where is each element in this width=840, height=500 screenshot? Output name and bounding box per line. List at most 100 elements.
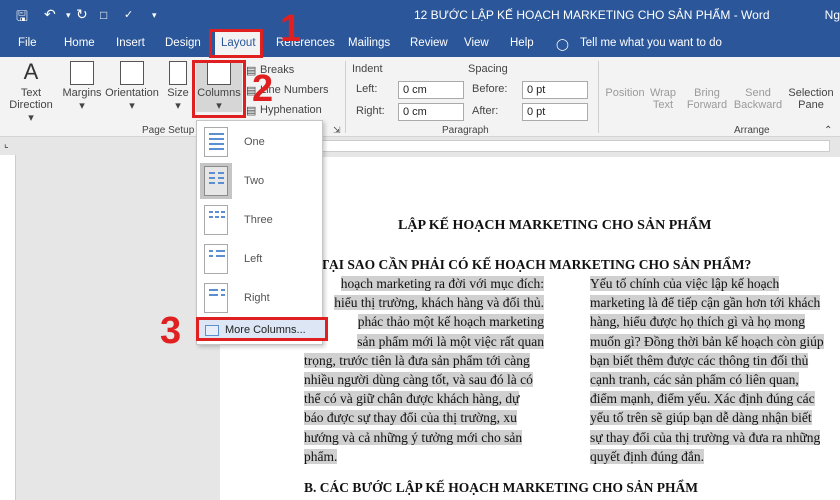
redo-icon[interactable]: ↻	[76, 6, 88, 23]
left-column-icon	[204, 244, 228, 274]
column-1[interactable]: hoạch marketing ra đời với mục đích: hiể…	[304, 274, 544, 466]
tell-me-search[interactable]: Tell me what you want to do	[580, 37, 722, 49]
collapse-ribbon-icon[interactable]: ⌃	[824, 125, 832, 136]
window-title: 12 BƯỚC LẬP KẾ HOẠCH MARKETING CHO SẢN P…	[414, 8, 770, 22]
indent-left-label: Left:	[356, 83, 378, 95]
column-2-line: cạnh tranh, các sản phẩm có liên quan,	[590, 372, 799, 388]
column-2-line: điểm mạnh, điểm yếu. Xác định đúng các	[590, 391, 815, 407]
text-direction-label-2: Direction	[9, 99, 53, 111]
orientation-button[interactable]: Orientation ▾	[104, 61, 160, 112]
position-button[interactable]: Position	[602, 87, 648, 99]
wrap-text-button[interactable]: Wrap Text	[648, 87, 678, 111]
column-1-line: phác thảo một kế hoạch marketing	[357, 314, 544, 330]
column-1-line: sản phẩm mới là một việc rất quan	[357, 333, 544, 349]
bring-forward-button[interactable]: Bring Forward	[682, 87, 732, 111]
position-label: Position	[605, 87, 645, 99]
wrap-text-label-2: Text	[652, 99, 674, 111]
tab-insert[interactable]: Insert	[116, 37, 145, 49]
orientation-label: Orientation	[105, 87, 159, 99]
tab-file[interactable]: File	[18, 37, 37, 49]
one-column-icon	[204, 127, 228, 157]
columns-option-label: Three	[244, 214, 273, 226]
layout-tab-highlight	[209, 29, 263, 58]
orientation-icon	[120, 61, 144, 85]
column-1-line: thể có và giữ chân được khách hàng, dự	[304, 391, 520, 407]
margins-button[interactable]: Margins ▾	[60, 61, 104, 112]
send-backward-label-2: Backward	[733, 99, 783, 111]
title-bar: 🖫 ↶ ▾ ↻ □ ✓ ▾ 12 BƯỚC LẬP KẾ HOẠCH MARKE…	[0, 0, 840, 30]
tab-view[interactable]: View	[464, 37, 489, 49]
size-icon	[169, 61, 187, 85]
columns-dropdown: One Two Three Left Right	[196, 120, 323, 345]
ruler-text-area	[300, 140, 830, 152]
document-title: LẬP KẾ HOẠCH MARKETING CHO SẢN PHẨM	[398, 218, 712, 233]
page-setup-launcher-icon[interactable]: ⇲	[333, 125, 341, 136]
column-2-line: muốn gì? Đồng thời bản kế hoạch còn giúp	[590, 333, 824, 349]
undo-dropdown-icon[interactable]: ▾	[66, 10, 71, 21]
column-2-line: quyết định đúng đắn.	[590, 448, 704, 464]
group-separator	[345, 61, 346, 133]
text-direction-label: Text	[20, 87, 42, 99]
tab-selector-icon[interactable]: ⌞	[4, 139, 9, 150]
indent-label: Indent	[352, 63, 383, 75]
column-2-line: yếu tố trên sẽ giúp bạn dễ dàng nhận biế…	[590, 410, 812, 426]
spelling-icon[interactable]: ✓	[124, 8, 133, 21]
columns-option-label: One	[244, 136, 265, 148]
columns-option-label: Left	[244, 253, 263, 265]
columns-option-right[interactable]: Right	[197, 280, 322, 318]
send-backward-button[interactable]: Send Backward	[732, 87, 784, 111]
more-columns-icon	[205, 325, 219, 336]
selection-pane-label: Selection	[788, 87, 834, 99]
callout-3: 3	[160, 310, 182, 352]
tab-home[interactable]: Home	[64, 37, 95, 49]
wrap-text-label: Wrap	[649, 87, 677, 99]
spacing-before-input[interactable]: 0 pt	[522, 81, 588, 99]
user-name[interactable]: Ng	[825, 8, 840, 22]
arrange-group-label: Arrange	[734, 125, 770, 136]
margins-label: Margins	[62, 87, 102, 99]
tab-help[interactable]: Help	[510, 37, 534, 49]
ribbon-tabs: File Home Insert Design Layout Reference…	[0, 30, 840, 57]
tab-review[interactable]: Review	[410, 37, 448, 49]
undo-icon[interactable]: ↶	[44, 6, 56, 23]
column-1-line: nhiều người dùng càng tốt, và sau đó là …	[304, 372, 533, 388]
group-separator	[598, 61, 599, 133]
indent-left-input[interactable]: 0 cm	[398, 81, 464, 99]
columns-button-highlight	[192, 60, 246, 118]
text-direction-icon: A	[23, 59, 39, 84]
save-icon[interactable]: 🖫	[16, 6, 28, 30]
size-label: Size	[167, 87, 189, 99]
columns-option-one[interactable]: One	[197, 124, 322, 162]
columns-option-label: Two	[244, 175, 265, 187]
paragraph-group-label: Paragraph	[442, 125, 489, 136]
indent-right-input[interactable]: 0 cm	[398, 103, 464, 121]
columns-option-left[interactable]: Left	[197, 241, 322, 279]
ribbon-layout: A Text Direction ▾ Margins ▾ Orientation ▾…	[0, 57, 840, 137]
more-columns-button[interactable]: More Columns...	[196, 317, 328, 341]
size-button[interactable]: Size ▾	[164, 61, 192, 112]
spacing-before-label: Before:	[472, 83, 508, 95]
spacing-label: Spacing	[468, 63, 508, 75]
column-1-line: phẩm.	[304, 448, 338, 464]
customize-toolbar-icon[interactable]: ▾	[152, 10, 157, 21]
tab-mailings[interactable]: Mailings	[348, 37, 390, 49]
heading-b: B. CÁC BƯỚC LẬP KẾ HOẠCH MARKETING CHO S…	[304, 480, 699, 495]
column-2-line: Yếu tố chính của việc lập kế hoạch	[590, 276, 780, 291]
column-2[interactable]: Yếu tố chính của việc lập kế hoạch marke…	[590, 274, 838, 466]
selection-pane-label-2: Pane	[798, 99, 824, 111]
new-document-icon[interactable]: □	[100, 8, 107, 22]
columns-option-three[interactable]: Three	[197, 202, 322, 240]
spacing-after-input[interactable]: 0 pt	[522, 103, 588, 121]
text-direction-button[interactable]: A Text Direction ▾	[6, 59, 56, 125]
callout-1: 1	[280, 8, 302, 50]
horizontal-ruler[interactable]: ⌞	[0, 137, 840, 155]
column-1-line: trọng, trước tiên là đưa sản phẩm tới cà…	[304, 352, 530, 368]
margins-icon	[70, 61, 94, 85]
indent-right-label: Right:	[356, 105, 385, 117]
column-2-line: hàng, hiểu được họ thích gì và họ mong	[590, 314, 806, 330]
tab-design[interactable]: Design	[165, 37, 201, 49]
send-backward-label: Send	[745, 87, 771, 99]
selection-pane-button[interactable]: Selection Pane	[786, 87, 836, 111]
columns-option-two[interactable]: Two	[197, 163, 322, 201]
vertical-ruler[interactable]	[0, 155, 16, 500]
